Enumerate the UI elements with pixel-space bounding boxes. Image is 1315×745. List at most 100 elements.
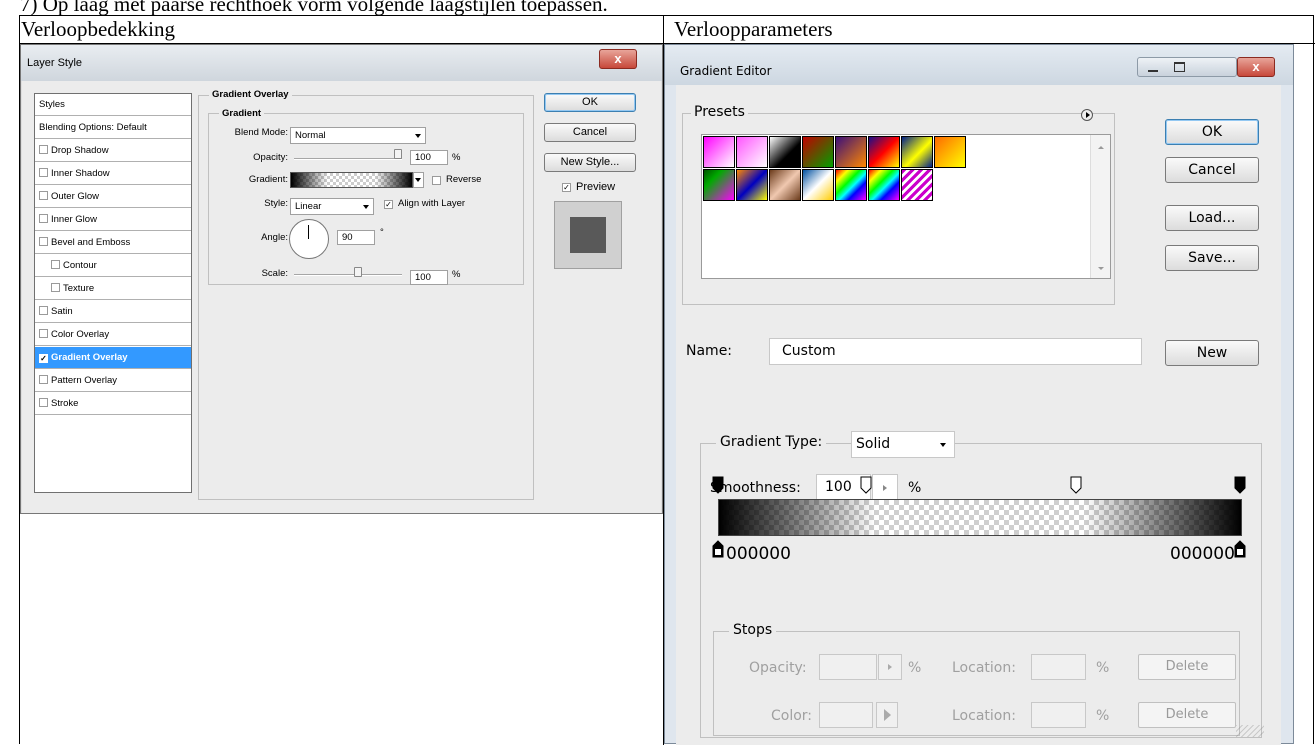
preset-swatch[interactable] xyxy=(835,136,867,168)
gradient-dropdown[interactable] xyxy=(413,172,424,188)
opacity-stop-mid-right[interactable] xyxy=(1070,476,1082,494)
opacity-slider[interactable] xyxy=(294,158,402,160)
gradient-swatch[interactable] xyxy=(290,172,413,188)
scale-input[interactable]: 100 xyxy=(410,270,448,285)
delete-opacity-stop-button[interactable]: Delete xyxy=(1138,654,1236,680)
preset-swatch[interactable] xyxy=(736,169,768,201)
minimize-icon[interactable] xyxy=(1148,70,1158,72)
name-label: Name: xyxy=(686,343,733,359)
stop-opacity-stepper[interactable] xyxy=(878,654,902,680)
style-item-checkbox[interactable] xyxy=(39,145,48,154)
preset-swatch[interactable] xyxy=(769,169,801,201)
smoothness-stepper[interactable] xyxy=(872,474,898,501)
style-item-checkbox[interactable] xyxy=(39,398,48,407)
style-item-checkbox[interactable] xyxy=(51,283,60,292)
preset-swatch[interactable] xyxy=(835,169,867,201)
scroll-up-icon[interactable] xyxy=(1098,146,1104,149)
style-item[interactable]: Contour xyxy=(35,255,191,277)
ok-button[interactable]: OK xyxy=(1165,119,1259,145)
align-checkbox[interactable]: ✓ xyxy=(384,200,393,209)
new-button[interactable]: New xyxy=(1165,340,1259,366)
opacity-stop-mid-left[interactable] xyxy=(860,476,872,494)
styles-header[interactable]: Styles xyxy=(35,94,191,116)
blend-mode-select[interactable]: Normal xyxy=(290,127,426,144)
stop-color-menu[interactable] xyxy=(876,702,898,728)
preset-swatch[interactable] xyxy=(802,136,834,168)
preset-swatch[interactable] xyxy=(703,136,735,168)
opacity-stop-left[interactable] xyxy=(712,476,724,494)
color-stop-left[interactable] xyxy=(712,540,724,558)
scroll-down-icon[interactable] xyxy=(1098,267,1104,270)
save-button[interactable]: Save... xyxy=(1165,245,1259,271)
style-item-checkbox[interactable] xyxy=(39,306,48,315)
stop-opacity-location-input[interactable] xyxy=(1031,654,1086,680)
presets-scrollbar[interactable] xyxy=(1090,135,1110,278)
style-item[interactable]: Bevel and Emboss xyxy=(35,232,191,254)
delete-color-stop-button[interactable]: Delete xyxy=(1138,702,1236,728)
opacity-input[interactable]: 100 xyxy=(410,150,448,165)
style-item[interactable]: Inner Glow xyxy=(35,209,191,231)
style-item-checkbox[interactable]: ✓ xyxy=(39,354,48,363)
style-item-checkbox[interactable] xyxy=(51,260,60,269)
angle-dial[interactable] xyxy=(289,219,329,259)
style-item[interactable]: Drop Shadow xyxy=(35,140,191,162)
close-icon[interactable]: x xyxy=(599,49,637,69)
angle-input[interactable]: 90 xyxy=(337,230,375,245)
maximize-icon[interactable] xyxy=(1174,62,1185,72)
cancel-button[interactable]: Cancel xyxy=(544,123,636,142)
preset-swatch[interactable] xyxy=(901,169,933,201)
style-item[interactable]: Blending Options: Default xyxy=(35,117,191,139)
close-icon[interactable]: x xyxy=(1237,57,1275,77)
chevron-down-icon xyxy=(940,443,946,447)
reverse-checkbox[interactable] xyxy=(432,176,441,185)
preset-swatch[interactable] xyxy=(769,136,801,168)
style-item-checkbox[interactable] xyxy=(39,375,48,384)
style-item[interactable]: Texture xyxy=(35,278,191,300)
style-item[interactable]: Pattern Overlay xyxy=(35,370,191,392)
scale-slider-thumb[interactable] xyxy=(354,267,362,277)
style-item-label: Inner Shadow xyxy=(51,168,110,179)
cancel-button[interactable]: Cancel xyxy=(1165,157,1259,183)
preview-checkbox[interactable]: ✓ xyxy=(562,183,571,192)
stop-color-location-label: Location: xyxy=(952,708,1016,724)
preset-swatch[interactable] xyxy=(802,169,834,201)
dialog-title: Layer Style xyxy=(27,57,83,69)
preset-swatch[interactable] xyxy=(934,136,966,168)
stop-color-swatch[interactable] xyxy=(819,702,873,728)
style-item-checkbox[interactable] xyxy=(39,168,48,177)
style-select[interactable]: Linear xyxy=(290,198,374,215)
style-item[interactable]: Satin xyxy=(35,301,191,323)
opacity-slider-thumb[interactable] xyxy=(394,149,402,159)
style-item-checkbox[interactable] xyxy=(39,237,48,246)
gradient-type-select[interactable]: Solid xyxy=(851,431,955,458)
preset-swatch[interactable] xyxy=(868,169,900,201)
style-item-checkbox[interactable] xyxy=(39,214,48,223)
resize-grip-icon[interactable] xyxy=(1236,725,1264,737)
style-item-checkbox[interactable] xyxy=(39,191,48,200)
stop-opacity-input[interactable] xyxy=(819,654,877,680)
style-item[interactable]: ✓ Gradient Overlay xyxy=(35,347,191,369)
gradient-bar[interactable] xyxy=(718,499,1242,536)
style-item-checkbox[interactable] xyxy=(39,329,48,338)
style-item[interactable]: Color Overlay xyxy=(35,324,191,346)
chevron-down-icon xyxy=(363,205,369,209)
opacity-stop-right[interactable] xyxy=(1234,476,1246,494)
preset-swatch[interactable] xyxy=(736,136,768,168)
new-style-button[interactable]: New Style... xyxy=(544,153,636,172)
load-button[interactable]: Load... xyxy=(1165,205,1259,231)
ok-button[interactable]: OK xyxy=(544,93,636,112)
style-item[interactable]: Outer Glow xyxy=(35,186,191,208)
name-input[interactable]: Custom xyxy=(769,338,1142,365)
preset-swatch[interactable] xyxy=(901,136,933,168)
style-item[interactable]: Stroke xyxy=(35,393,191,415)
preset-swatch[interactable] xyxy=(703,169,735,201)
color-stop-right[interactable] xyxy=(1234,540,1246,558)
style-item-label: Color Overlay xyxy=(51,329,110,340)
preset-swatch[interactable] xyxy=(868,136,900,168)
styles-list: Styles Blending Options: Default Drop Sha… xyxy=(34,93,192,493)
stop-color-location-input[interactable] xyxy=(1031,702,1086,728)
style-item[interactable]: Inner Shadow xyxy=(35,163,191,185)
scale-slider[interactable] xyxy=(294,274,402,276)
dialog-title: Gradient Editor xyxy=(680,64,772,78)
presets-menu-icon[interactable] xyxy=(1081,109,1093,121)
